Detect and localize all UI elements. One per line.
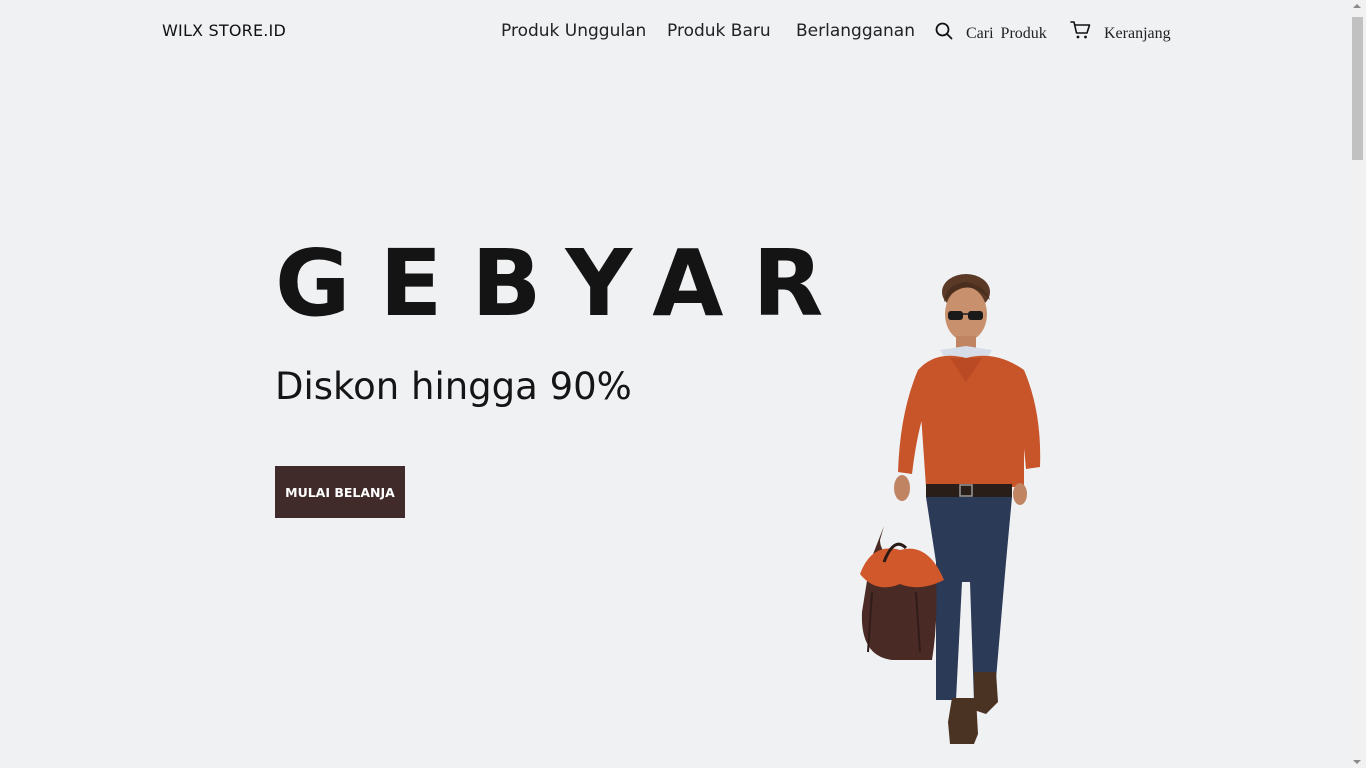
hero-title: GEBYAR xyxy=(275,230,853,337)
cart-icon xyxy=(1070,21,1091,39)
scroll-thumb[interactable] xyxy=(1352,17,1363,160)
scroll-down-arrow-icon[interactable] xyxy=(1353,760,1361,764)
search-label: Cari Produk xyxy=(966,25,1047,42)
vertical-scrollbar[interactable] xyxy=(1349,0,1366,768)
hero-subtitle: Diskon hingga 90% xyxy=(275,365,632,408)
fashion-model-image xyxy=(860,274,1041,744)
scroll-up-arrow-icon[interactable] xyxy=(1353,4,1361,8)
start-shopping-button[interactable]: MULAI BELANJA xyxy=(275,466,405,518)
brand-logo[interactable]: WILX STORE.ID xyxy=(162,21,286,40)
cart-label: Keranjang xyxy=(1104,25,1171,42)
nav-berlangganan[interactable]: Berlangganan xyxy=(796,21,915,41)
nav-produk-unggulan[interactable]: Produk Unggulan xyxy=(501,21,646,41)
search-icon xyxy=(935,22,953,40)
nav-produk-baru[interactable]: Produk Baru xyxy=(667,21,771,41)
navbar: WILX STORE.ID Produk Unggulan Produk Bar… xyxy=(0,0,1349,64)
